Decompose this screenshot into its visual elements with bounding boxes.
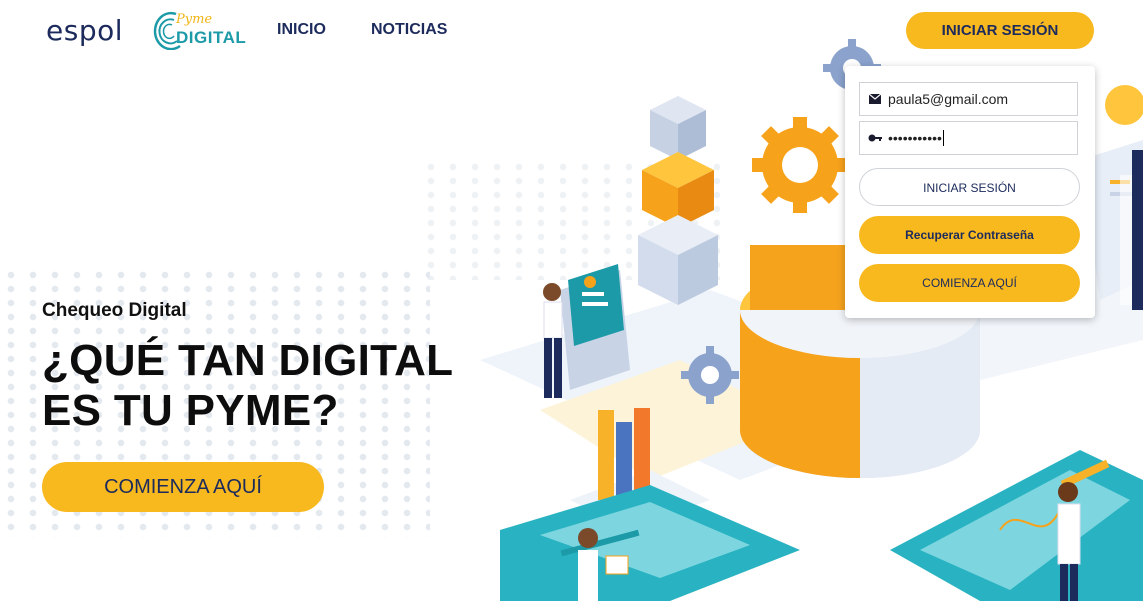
header: espol Pyme DIGITAL INICIO NOTICIAS INICI… <box>0 0 1143 64</box>
gear-large <box>752 117 848 213</box>
nav-inicio[interactable]: INICIO <box>277 21 326 39</box>
pyme-digital-logo[interactable]: Pyme DIGITAL <box>152 8 246 52</box>
hero-start-button[interactable]: COMIENZA AQUÍ <box>42 462 324 512</box>
logo-digital-text: DIGITAL <box>176 28 247 47</box>
header-login-button[interactable]: INICIAR SESIÓN <box>906 12 1094 49</box>
tablet-right <box>890 450 1143 601</box>
login-panel: ••••••••••• INICIAR SESIÓN Recuperar Con… <box>845 66 1095 318</box>
text-caret <box>942 130 944 146</box>
hero-title: ¿QUÉ TAN DIGITAL ES TU PYME? <box>42 336 453 436</box>
email-field[interactable] <box>859 82 1078 116</box>
recover-password-button[interactable]: Recuperar Contraseña <box>859 216 1080 254</box>
lightbulb <box>1105 85 1143 125</box>
hero-title-line1: ¿QUÉ TAN DIGITAL <box>42 336 454 385</box>
password-field[interactable]: ••••••••••• <box>859 121 1078 155</box>
cube-stack <box>638 96 718 305</box>
hero-title-line2: ES TU PYME? <box>42 386 339 435</box>
password-input[interactable]: ••••••••••• <box>888 130 942 146</box>
envelope-icon <box>868 92 882 106</box>
panel-start-button[interactable]: COMIENZA AQUÍ <box>859 264 1080 302</box>
espol-logo[interactable]: espol <box>46 14 123 47</box>
key-icon <box>868 131 882 145</box>
tablet-bottom <box>500 485 800 601</box>
nav-noticias[interactable]: NOTICIAS <box>371 21 447 39</box>
kiosk <box>560 264 630 390</box>
logo-pyme-script: Pyme <box>176 12 213 27</box>
panel-login-button[interactable]: INICIAR SESIÓN <box>859 168 1080 206</box>
hero-subtitle: Chequeo Digital <box>42 300 187 321</box>
email-input[interactable] <box>888 91 1068 107</box>
person-top-right <box>1132 150 1143 310</box>
